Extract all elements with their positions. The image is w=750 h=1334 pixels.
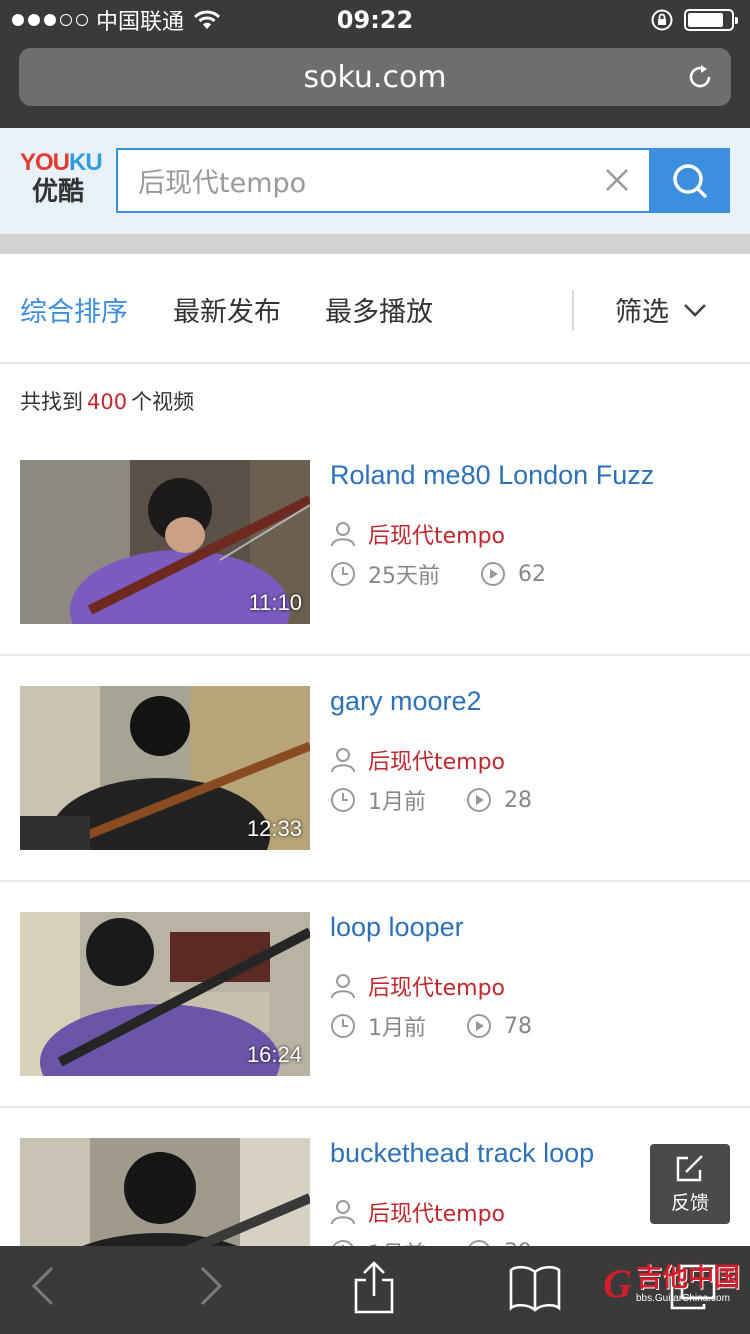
- play-icon: [481, 562, 505, 586]
- play-count: 78: [466, 1013, 532, 1039]
- clock: 09:22: [336, 6, 414, 34]
- url-text[interactable]: soku.com: [19, 60, 731, 95]
- video-stats: 25天前 62: [330, 558, 546, 590]
- reload-icon[interactable]: [685, 62, 715, 92]
- video-thumbnail[interactable]: 16:24: [20, 912, 310, 1076]
- video-author[interactable]: 后现代tempo: [330, 744, 505, 776]
- watermark-url: bbs.GuitarChina.com: [635, 1293, 730, 1304]
- video-duration: 11:10: [248, 590, 302, 615]
- play-count-value: 62: [518, 561, 546, 587]
- search-box: [116, 148, 649, 213]
- author-name: 后现代tempo: [368, 1202, 506, 1227]
- chevron-down-icon: [684, 303, 706, 317]
- bookmarks-icon[interactable]: [508, 1264, 562, 1312]
- video-item[interactable]: 12:33 gary moore2 后现代tempo 1月前 28: [0, 656, 750, 882]
- sort-divider: [572, 290, 574, 330]
- site-watermark: G 吉他中国 bbs.GuitarChina.com: [603, 1260, 740, 1307]
- sort-bar: 综合排序 最新发布 最多播放 筛选: [0, 254, 750, 364]
- clock-icon: [331, 788, 355, 812]
- author-name: 后现代tempo: [368, 976, 506, 1001]
- video-stats: 1月前 28: [330, 784, 532, 816]
- result-count: 共找到 400 个视频: [20, 386, 194, 416]
- video-title[interactable]: buckethead track loop: [330, 1138, 594, 1169]
- site-header: YOUKU 优酷: [0, 128, 750, 234]
- play-count: 62: [480, 561, 546, 587]
- divider-strip: [0, 234, 750, 254]
- video-author[interactable]: 后现代tempo: [330, 518, 505, 550]
- user-icon: [331, 748, 355, 773]
- search-icon: [672, 163, 707, 198]
- battery-icon: [684, 9, 738, 31]
- browser-address-area: soku.com: [0, 40, 750, 128]
- video-duration: 12:33: [246, 816, 302, 841]
- video-title[interactable]: loop looper: [330, 912, 464, 943]
- video-thumbnail[interactable]: 12:33: [20, 686, 310, 850]
- video-item[interactable]: 16:24 loop looper 后现代tempo 1月前 78: [0, 882, 750, 1108]
- watermark-logo-icon: G: [603, 1261, 632, 1306]
- video-thumbnail[interactable]: 11:10: [20, 460, 310, 624]
- feedback-label: 反馈: [670, 1191, 709, 1214]
- search-button[interactable]: [649, 148, 730, 213]
- author-name: 后现代tempo: [368, 524, 506, 549]
- play-count: 28: [466, 787, 532, 813]
- video-stats: 1月前 78: [330, 1010, 532, 1042]
- clock-icon: [331, 1014, 355, 1038]
- video-item[interactable]: 11:10 Roland me80 London Fuzz 后现代tempo 2…: [0, 430, 750, 656]
- tab-most-played[interactable]: 最多播放: [325, 290, 433, 329]
- clock-icon: [331, 562, 355, 586]
- result-count-number: 400: [87, 390, 128, 414]
- status-bar: 中国联通 09:22: [0, 0, 750, 40]
- user-icon: [331, 974, 355, 999]
- play-count-value: 78: [504, 1013, 532, 1039]
- rotation-lock-icon: [651, 9, 673, 31]
- logo-text-a: YOU: [20, 149, 70, 176]
- filter-button[interactable]: 筛选: [615, 290, 707, 329]
- video-age: 25天前: [368, 564, 440, 589]
- video-author[interactable]: 后现代tempo: [330, 1196, 505, 1228]
- search-input[interactable]: [138, 150, 578, 211]
- status-right: [650, 8, 738, 32]
- clear-icon[interactable]: [603, 166, 631, 194]
- feedback-button[interactable]: 反馈: [650, 1144, 730, 1224]
- logo-text-cn: 优酷: [32, 177, 85, 207]
- tab-latest[interactable]: 最新发布: [173, 290, 281, 329]
- play-icon: [467, 788, 491, 812]
- user-icon: [331, 1200, 355, 1225]
- youku-logo[interactable]: YOUKU 优酷: [20, 149, 103, 208]
- logo-text-b: KU: [69, 149, 103, 176]
- video-duration: 16:24: [246, 1042, 302, 1067]
- filter-label: 筛选: [615, 297, 669, 328]
- forward-icon[interactable]: [198, 1264, 224, 1308]
- address-bar[interactable]: soku.com: [19, 48, 731, 106]
- result-count-prefix: 共找到: [20, 390, 83, 414]
- play-count-value: 28: [504, 787, 532, 813]
- tab-comprehensive-sort[interactable]: 综合排序: [20, 290, 128, 329]
- play-icon: [467, 1014, 491, 1038]
- share-icon[interactable]: [352, 1260, 396, 1316]
- video-title[interactable]: Roland me80 London Fuzz: [330, 460, 654, 491]
- edit-icon: [676, 1154, 703, 1181]
- back-icon[interactable]: [30, 1264, 56, 1308]
- result-count-suffix: 个视频: [131, 390, 195, 414]
- video-age: 1月前: [368, 790, 426, 815]
- video-age: 1月前: [368, 1016, 426, 1041]
- watermark-name: 吉他中国: [635, 1263, 740, 1293]
- browser-toolbar: G 吉他中国 bbs.GuitarChina.com: [0, 1246, 750, 1334]
- video-list: 11:10 Roland me80 London Fuzz 后现代tempo 2…: [0, 430, 750, 1334]
- author-name: 后现代tempo: [368, 750, 506, 775]
- video-author[interactable]: 后现代tempo: [330, 970, 505, 1002]
- video-title[interactable]: gary moore2: [330, 686, 482, 717]
- user-icon: [331, 522, 355, 547]
